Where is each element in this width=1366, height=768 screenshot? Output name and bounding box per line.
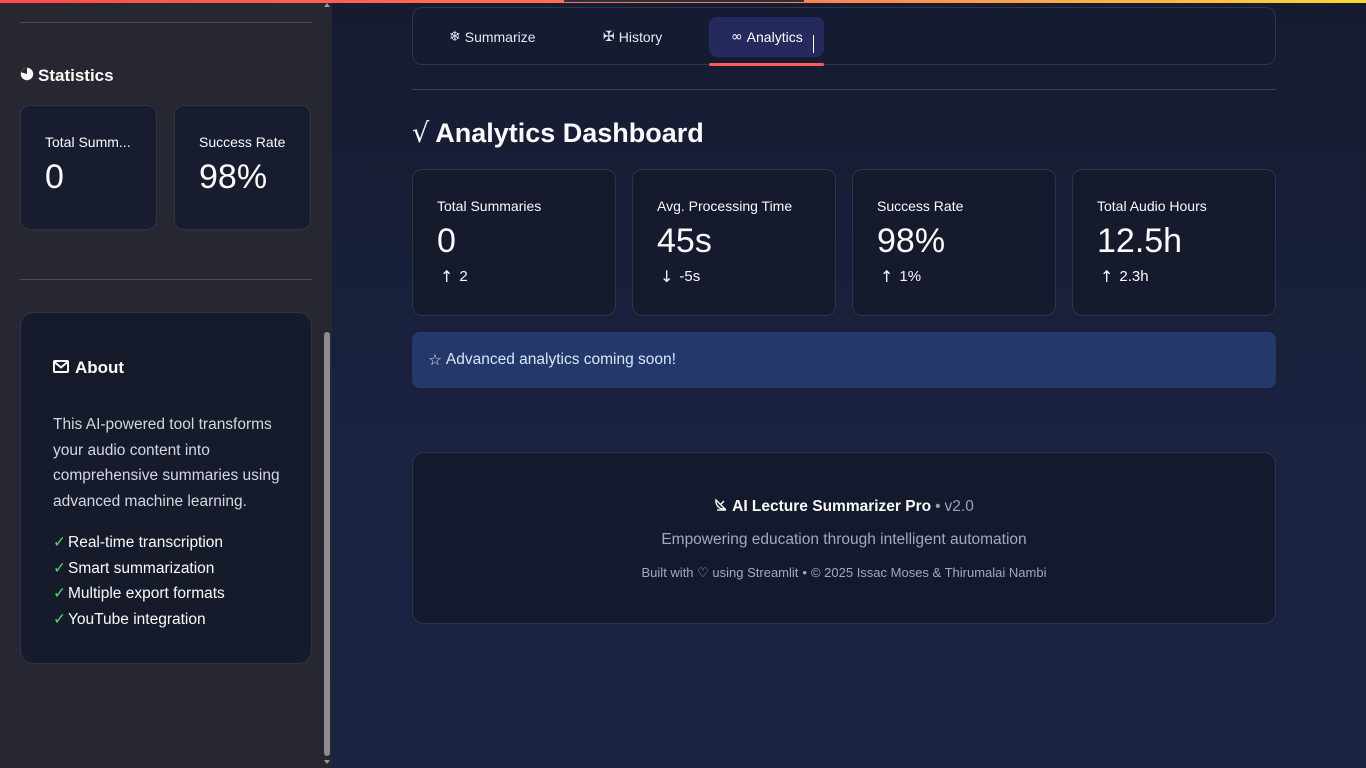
info-banner: ☆ Advanced analytics coming soon! bbox=[412, 332, 1276, 388]
about-title: About bbox=[75, 358, 125, 377]
section-divider bbox=[412, 89, 1276, 90]
check-icon: ✓ bbox=[53, 559, 66, 577]
metric-delta: ↓ -5s bbox=[657, 267, 835, 286]
main-content: ❄ Summarize ✠ History ∞ Analytics √ Anal… bbox=[332, 0, 1366, 768]
metric-label: Total Audio Hours bbox=[1097, 198, 1207, 214]
metric-value: 12.5h bbox=[1097, 222, 1183, 260]
sidebar-scrollbar[interactable] bbox=[323, 0, 332, 768]
delta-value: -5s bbox=[679, 268, 701, 285]
footer-version: v2.0 bbox=[944, 497, 974, 515]
sidebar: Statistics Total Summ... 0 Success Rate … bbox=[0, 0, 332, 768]
page-title-text: Analytics Dashboard bbox=[435, 118, 704, 148]
metric-card-avg-processing-time: Avg. Processing Time 45s ↓ -5s bbox=[632, 169, 836, 316]
info-text: Advanced analytics coming soon! bbox=[445, 351, 676, 368]
sidebar-metric-success-rate: Success Rate 98% bbox=[174, 105, 311, 230]
metric-value: 45s bbox=[657, 222, 712, 260]
tab-bar: ❄ Summarize ✠ History ∞ Analytics bbox=[412, 7, 1276, 66]
statistics-title: Statistics bbox=[38, 66, 114, 85]
metric-label: Avg. Processing Time bbox=[657, 198, 793, 214]
check-icon: ✓ bbox=[53, 611, 66, 629]
infinity-icon: ∞ bbox=[731, 29, 743, 45]
tab-summarize[interactable]: ❄ Summarize bbox=[427, 17, 558, 57]
feature-list: ✓ Real-time transcription ✓ Smart summariz… bbox=[53, 530, 225, 633]
footer-separator: • bbox=[802, 565, 807, 580]
metric-delta: ↑ 1% bbox=[877, 267, 1055, 286]
arrow-up-icon: ↑ bbox=[440, 267, 454, 286]
maltese-cross-icon: ✠ bbox=[603, 29, 615, 45]
active-tab-indicator bbox=[709, 63, 824, 66]
feature-label: Real-time transcription bbox=[68, 534, 224, 551]
metric-label: Success Rate bbox=[877, 198, 964, 214]
check-icon: ✓ bbox=[53, 534, 66, 551]
metric-label: Total Summaries bbox=[437, 198, 542, 214]
about-description: This AI-powered tool transforms your aud… bbox=[53, 416, 280, 510]
about-card: About This AI-powered tool transforms yo… bbox=[20, 312, 312, 664]
arrow-up-icon: ↑ bbox=[880, 267, 894, 286]
footer-brand: AI Lecture Summarizer Pro bbox=[732, 497, 932, 515]
metric-value: 0 bbox=[45, 158, 64, 196]
about-heading: About bbox=[53, 358, 124, 378]
footer-copyright: © 2025 Issac Moses & Thirumalai Nambi bbox=[810, 565, 1047, 580]
metric-delta: ↑ 2 bbox=[437, 267, 615, 286]
feature-label: YouTube integration bbox=[68, 611, 206, 629]
statistics-heading: Statistics bbox=[20, 66, 114, 86]
arrow-down-icon: ↓ bbox=[660, 267, 674, 286]
tab-label: Summarize bbox=[464, 29, 536, 45]
satellite-dish-icon bbox=[714, 497, 728, 516]
snowflake-icon: ❄ bbox=[449, 29, 461, 45]
scroll-up-icon[interactable] bbox=[324, 3, 330, 7]
sidebar-metric-total-summaries: Total Summ... 0 bbox=[20, 105, 157, 230]
sidebar-divider bbox=[20, 279, 312, 280]
envelope-icon bbox=[53, 358, 69, 378]
arrow-up-icon: ↑ bbox=[1100, 267, 1114, 286]
metric-card-success-rate: Success Rate 98% ↑ 1% bbox=[852, 169, 1056, 316]
footer-card: AI Lecture Summarizer Pro • v2.0 Empower… bbox=[412, 452, 1276, 624]
delta-value: 1% bbox=[899, 268, 922, 285]
footer-tagline: Empowering education through intelligent… bbox=[661, 531, 1027, 548]
tab-history[interactable]: ✠ History bbox=[581, 17, 684, 57]
tab-label: History bbox=[618, 29, 663, 45]
metric-value: 0 bbox=[437, 222, 456, 260]
metric-value: 98% bbox=[877, 222, 946, 260]
feature-label: Multiple export formats bbox=[68, 585, 225, 603]
tab-analytics[interactable]: ∞ Analytics bbox=[709, 17, 824, 57]
footer-credits: Built with ♡ using Streamlit • © 2025 Is… bbox=[413, 565, 1275, 581]
delta-value: 2 bbox=[459, 268, 468, 285]
metric-value: 98% bbox=[199, 158, 268, 196]
tab-label: Analytics bbox=[746, 29, 803, 45]
list-item: ✓ Real-time transcription bbox=[53, 530, 225, 556]
list-item: ✓ Multiple export formats bbox=[53, 581, 225, 607]
delta-value: 2.3h bbox=[1119, 268, 1149, 285]
metric-delta: ↑ 2.3h bbox=[1097, 267, 1275, 286]
metric-card-total-audio-hours: Total Audio Hours 12.5h ↑ 2.3h bbox=[1072, 169, 1276, 316]
metric-card-total-summaries: Total Summaries 0 ↑ 2 bbox=[412, 169, 616, 316]
footer-separator: • bbox=[935, 497, 941, 515]
metric-label: Success Rate bbox=[199, 134, 286, 150]
text-cursor bbox=[813, 35, 814, 53]
list-item: ✓ YouTube integration bbox=[53, 607, 225, 633]
list-item: ✓ Smart summarization bbox=[53, 556, 225, 582]
check-root-icon: √ bbox=[412, 118, 430, 149]
pie-chart-icon bbox=[20, 66, 34, 86]
footer-brand-line: AI Lecture Summarizer Pro • v2.0 bbox=[413, 497, 1275, 516]
check-icon: ✓ bbox=[53, 585, 66, 603]
sidebar-divider bbox=[20, 22, 312, 23]
footer-built-with: Built with ♡ using Streamlit bbox=[641, 565, 799, 580]
top-status-segment bbox=[564, 0, 804, 2]
scrollbar-thumb[interactable] bbox=[324, 332, 330, 756]
metric-label: Total Summ... bbox=[45, 134, 131, 150]
feature-label: Smart summarization bbox=[68, 559, 215, 577]
scroll-down-icon[interactable] bbox=[324, 760, 330, 764]
star-icon: ☆ bbox=[428, 351, 442, 369]
page-title: √ Analytics Dashboard bbox=[412, 118, 704, 149]
